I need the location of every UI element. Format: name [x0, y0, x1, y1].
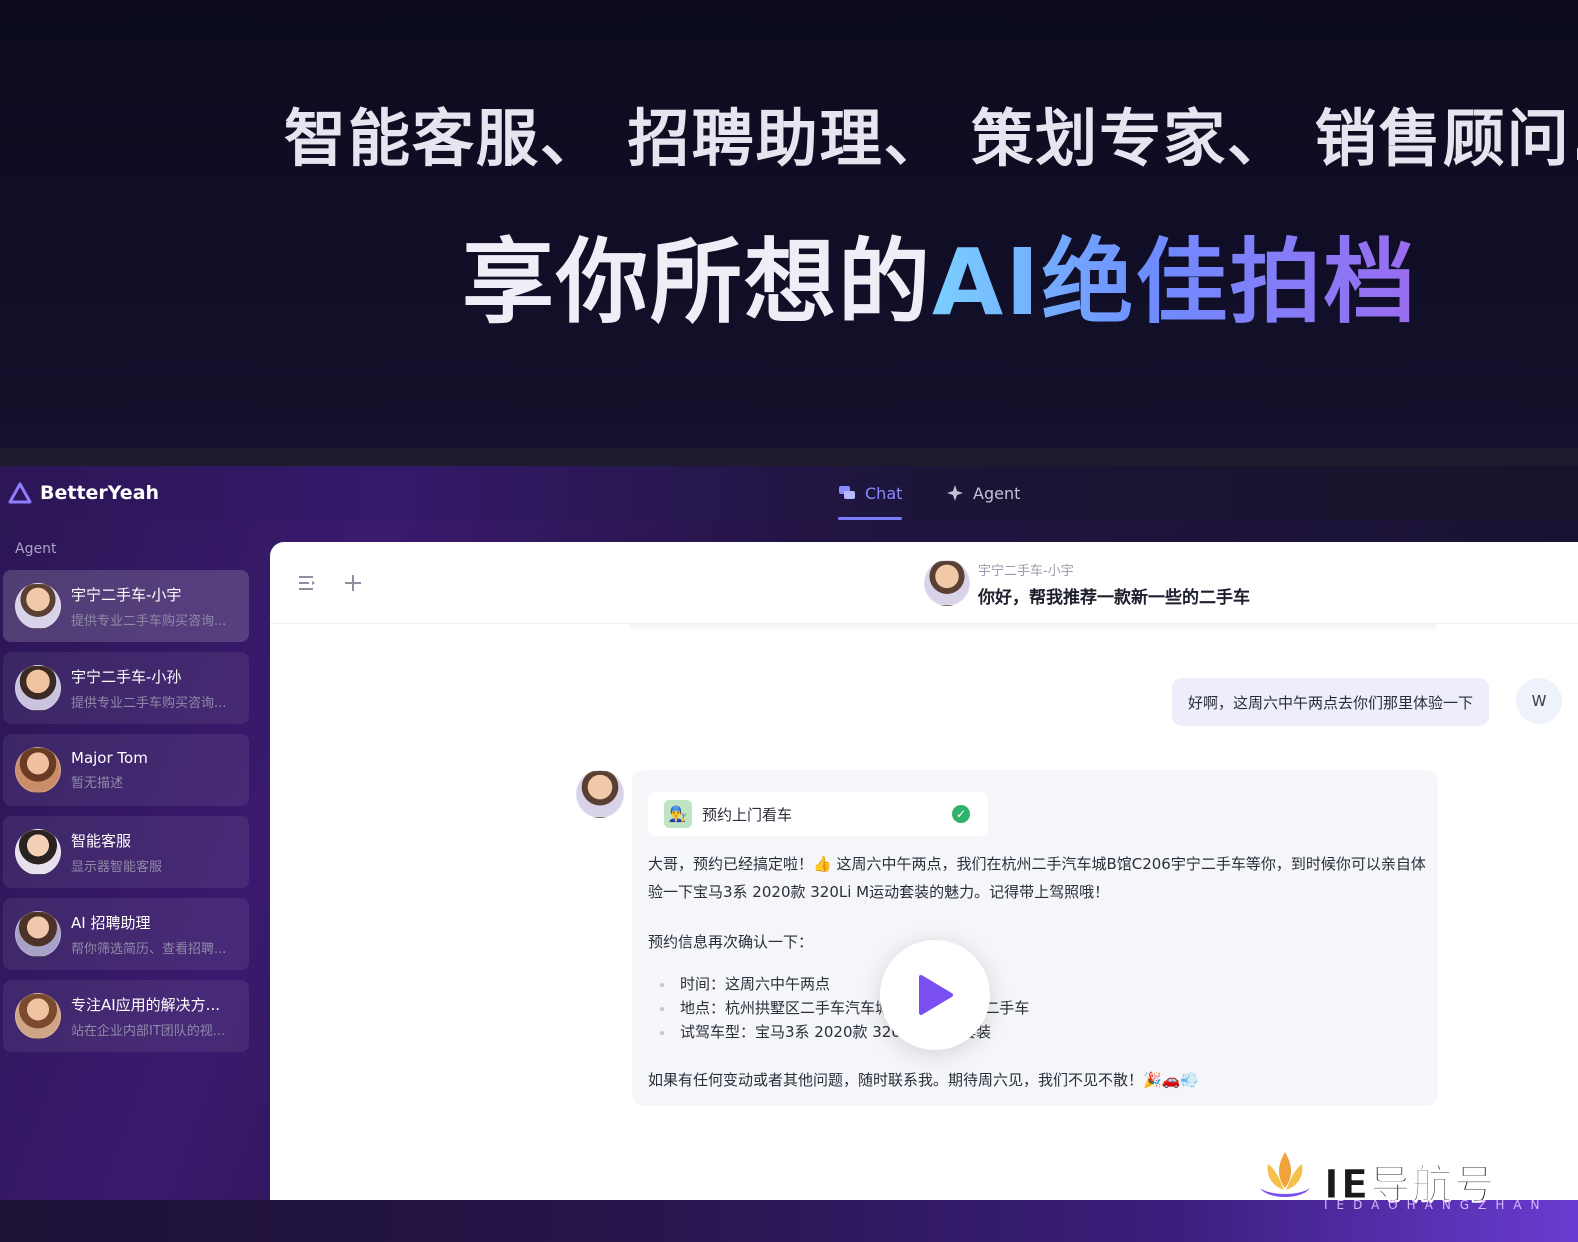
chat-agent-name: 宇宁二手车-小宇 [978, 564, 1074, 579]
divider [0, 448, 1578, 466]
agent-description: 显示器智能客服 [71, 859, 163, 875]
avatar [15, 993, 61, 1039]
agent-description: 站在企业内部IT团队的视... [71, 1023, 226, 1039]
agent-name: AI 招聘助理 [71, 913, 151, 932]
user-message-bubble: 好啊，这周六中午两点去你们那里体验一下 [1172, 678, 1490, 726]
chat-header: 宇宁二手车-小宇 你好，帮我推荐一款新一些的二手车 [270, 542, 1578, 624]
agent-name: 宇宁二手车-小孙 [71, 667, 182, 686]
hero-headline-plain: 享你所想的 [462, 229, 933, 336]
sidebar-item-agent[interactable]: 宇宁二手车-小孙 提供专业二手车购买咨询... [3, 652, 249, 724]
bot-avatar [576, 770, 624, 818]
sidebar-heading: Agent [15, 541, 57, 557]
hero-headline-highlight: AI绝佳拍档 [932, 229, 1418, 336]
avatar [15, 829, 61, 875]
sidebar-item-agent[interactable]: AI 招聘助理 帮你筛选简历、查看招聘... [3, 898, 249, 970]
chat-bubbles-icon [839, 486, 855, 499]
bot-paragraph: 大哥，预约已经搞定啦！👍 这周六中午两点，我们在杭州二手汽车城B馆C206宇宁二… [648, 855, 1426, 901]
agent-name: 专注AI应用的解决方... [71, 995, 220, 1014]
tab-chat[interactable]: Chat [838, 480, 902, 506]
agent-description: 暂无描述 [71, 776, 124, 791]
tool-call-label: 预约上门看车 [702, 805, 793, 824]
active-tab-indicator [838, 517, 902, 520]
avatar [15, 911, 61, 957]
bot-paragraph: 预约信息再次确认一下： [648, 933, 814, 951]
avatar [15, 747, 61, 793]
agent-description: 提供专业二手车购买咨询... [71, 613, 227, 629]
chat-agent-avatar [924, 560, 970, 606]
chat-title: 你好，帮我推荐一款新一些的二手车 [978, 588, 1250, 608]
play-icon [919, 975, 953, 1015]
user-avatar: W [1516, 678, 1562, 724]
chat-panel: 宇宁二手车-小宇 你好，帮我推荐一款新一些的二手车 好啊，这周六中午两点去你们那… [270, 542, 1578, 1200]
bot-message-card: 👨‍🔧 预约上门看车 ✓ 大哥，预约已经搞定啦！👍 这周六中午两点，我们在杭州二… [632, 770, 1438, 1106]
mechanic-icon: 👨‍🔧 [664, 800, 692, 828]
avatar [15, 665, 61, 711]
agent-name: Major Tom [71, 749, 148, 767]
bot-paragraph: 如果有任何变动或者其他问题，随时联系我。期待周六见，我们不见不散！🎉🚗💨 [648, 1071, 1200, 1089]
hero-tagline: 智能客服、 招聘助理、 策划专家、 销售顾问... [284, 102, 1578, 175]
agent-description: 帮你筛选简历、查看招聘... [71, 941, 227, 957]
tab-agent[interactable]: Agent [946, 480, 1020, 506]
agent-name: 宇宁二手车-小宇 [71, 585, 182, 604]
tab-agent-label: Agent [973, 483, 1021, 503]
check-circle-icon: ✓ [952, 805, 970, 823]
watermark: IE导航号 IEDAOHANGZHAN [1254, 1148, 1564, 1218]
logo-triangle-icon [8, 482, 32, 504]
agent-name: 智能客服 [71, 831, 132, 850]
app-window: BetterYeah Chat Agent Agent 宇宁二手车-小宇 提供专… [0, 466, 1578, 1200]
menu-collapse-icon[interactable] [296, 572, 318, 594]
hero-banner: 智能客服、 招聘助理、 策划专家、 销售顾问... 享你所想的AI绝佳拍档 [0, 0, 1578, 450]
top-bar: BetterYeah Chat Agent [0, 466, 1578, 520]
tool-call-chip[interactable]: 👨‍🔧 预约上门看车 ✓ [648, 792, 988, 836]
sidebar-item-agent[interactable]: 智能客服 显示器智能客服 [3, 816, 249, 888]
sidebar-item-agent[interactable]: 宇宁二手车-小宇 提供专业二手车购买咨询... [3, 570, 249, 642]
watermark-subtext: IEDAOHANGZHAN [1324, 1198, 1549, 1212]
new-chat-plus-icon[interactable] [342, 572, 364, 594]
agent-description: 提供专业二手车购买咨询... [71, 695, 227, 711]
lotus-flame-icon [1260, 1152, 1310, 1197]
hero-headline: 享你所想的AI绝佳拍档 [462, 208, 1417, 341]
video-play-button[interactable] [880, 940, 990, 1050]
sidebar-item-agent[interactable]: 专注AI应用的解决方... 站在企业内部IT团队的视... [3, 980, 249, 1052]
sidebar-item-agent[interactable]: Major Tom 暂无描述 [3, 734, 249, 806]
header-shadow [630, 624, 1436, 632]
sparkle-icon [947, 485, 963, 501]
brand-logo[interactable]: BetterYeah [8, 478, 159, 508]
avatar [15, 583, 61, 629]
tab-chat-label: Chat [865, 483, 903, 503]
brand-name: BetterYeah [40, 482, 160, 504]
